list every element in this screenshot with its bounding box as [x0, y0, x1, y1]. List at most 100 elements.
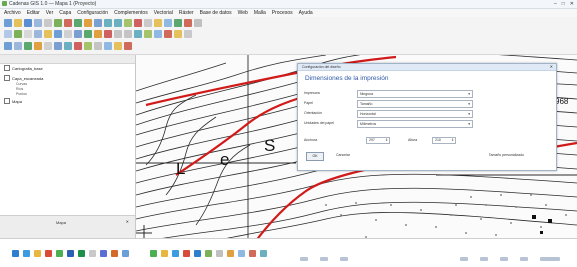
- overview-close-button[interactable]: ✕: [126, 219, 129, 224]
- map-tips-icon[interactable]: [84, 42, 92, 50]
- network-app-icon[interactable]: [238, 250, 245, 257]
- print-icon[interactable]: [44, 19, 52, 27]
- layer-checkbox[interactable]: [4, 65, 10, 71]
- add-feature-icon[interactable]: [84, 30, 92, 38]
- redo-icon[interactable]: [124, 30, 132, 38]
- layer-checkbox[interactable]: [4, 98, 10, 104]
- notes-icon[interactable]: [205, 250, 212, 257]
- custom-size-link[interactable]: Tamaño personalizado: [489, 152, 524, 159]
- menu-item[interactable]: Vectorial: [154, 9, 173, 17]
- text-icon[interactable]: [54, 42, 62, 50]
- crs-icon[interactable]: [104, 42, 112, 50]
- calculator-icon[interactable]: [216, 250, 223, 257]
- edit-icon[interactable]: [84, 19, 92, 27]
- media-icon[interactable]: [45, 250, 52, 257]
- chat-icon[interactable]: [172, 250, 179, 257]
- zoom-out-icon[interactable]: [114, 19, 122, 27]
- tray-item-icon[interactable]: [340, 257, 348, 261]
- menu-item[interactable]: Ver: [46, 9, 54, 17]
- attribute-table-icon[interactable]: [144, 30, 152, 38]
- map-app-icon[interactable]: [150, 250, 157, 257]
- paper-select[interactable]: Tamaño ▾: [357, 100, 473, 108]
- menu-item[interactable]: Ayuda: [299, 9, 313, 17]
- minimize-button[interactable]: –: [554, 1, 557, 7]
- dialog-close-button[interactable]: ✕: [550, 64, 553, 70]
- browser-panel-icon[interactable]: [14, 42, 22, 50]
- delete-feature-icon[interactable]: [104, 30, 112, 38]
- select-icon[interactable]: [154, 19, 162, 27]
- terminal-icon[interactable]: [194, 250, 201, 257]
- menu-item[interactable]: Configuración: [77, 9, 108, 17]
- save-project-icon[interactable]: [24, 19, 32, 27]
- undo-icon[interactable]: [114, 30, 122, 38]
- new-project-icon[interactable]: [4, 19, 12, 27]
- pan-icon[interactable]: [94, 19, 102, 27]
- gis-app-icon[interactable]: [56, 250, 63, 257]
- tray-item-icon[interactable]: [300, 257, 308, 261]
- menu-item[interactable]: Procesos: [272, 9, 293, 17]
- identify-icon[interactable]: [144, 19, 152, 27]
- tips-icon[interactable]: [64, 42, 72, 50]
- zoom-in-icon[interactable]: [104, 19, 112, 27]
- style-icon[interactable]: [64, 19, 72, 27]
- plugin-icon[interactable]: [24, 42, 32, 50]
- remove-layer-icon[interactable]: [184, 19, 192, 27]
- video-icon[interactable]: [260, 250, 267, 257]
- layer-panel-icon[interactable]: [4, 42, 12, 50]
- layer-item[interactable]: Cartografia_base: [4, 65, 43, 71]
- label-icon[interactable]: [134, 30, 142, 38]
- digitize-icon[interactable]: [74, 19, 82, 27]
- python-icon[interactable]: [34, 42, 42, 50]
- alert-icon[interactable]: [74, 42, 82, 50]
- menu-item[interactable]: Base de datos: [200, 9, 232, 17]
- tray-item-icon[interactable]: [500, 257, 508, 261]
- open-project-icon[interactable]: [14, 19, 22, 27]
- paint-icon[interactable]: [249, 250, 256, 257]
- menu-item[interactable]: Archivo: [4, 9, 21, 17]
- excel-icon[interactable]: [78, 250, 85, 257]
- tray-item-icon[interactable]: [320, 257, 328, 261]
- menu-item[interactable]: Complementos: [114, 9, 148, 17]
- units-select[interactable]: Milímetros ▾: [357, 120, 473, 128]
- field-calc-icon[interactable]: [154, 30, 162, 38]
- archive-icon[interactable]: [227, 250, 234, 257]
- pdf-icon[interactable]: [183, 250, 190, 257]
- printer-select[interactable]: Ninguna ▾: [357, 90, 473, 98]
- tray-item-icon[interactable]: [460, 257, 468, 261]
- layer-item[interactable]: Capa_escaneada: [4, 75, 43, 81]
- annotation-icon[interactable]: [44, 42, 52, 50]
- menu-item[interactable]: Capa: [59, 9, 71, 17]
- browser-icon[interactable]: [23, 250, 30, 257]
- layer-item[interactable]: Mapa: [4, 98, 22, 104]
- folder-icon[interactable]: [34, 250, 41, 257]
- height-spinbox[interactable]: 210 ⇕: [432, 137, 456, 144]
- menu-item[interactable]: Malla: [254, 9, 266, 17]
- node-icon[interactable]: [74, 30, 82, 38]
- settings-icon[interactable]: [89, 250, 96, 257]
- bookmark-icon[interactable]: [174, 30, 182, 38]
- cancel-button[interactable]: Cancelar: [336, 152, 350, 159]
- word-icon[interactable]: [67, 250, 74, 257]
- snap-icon[interactable]: [64, 30, 72, 38]
- vector-add-icon[interactable]: [4, 30, 12, 38]
- start-icon[interactable]: [12, 250, 19, 257]
- menu-item[interactable]: Web: [238, 9, 248, 17]
- zoom-full-icon[interactable]: [124, 19, 132, 27]
- refresh-icon[interactable]: [134, 19, 142, 27]
- help-icon[interactable]: [184, 30, 192, 38]
- wfs-add-icon[interactable]: [54, 30, 62, 38]
- georef-icon[interactable]: [164, 30, 172, 38]
- layout-icon[interactable]: [54, 19, 62, 27]
- settings-icon[interactable]: [194, 19, 202, 27]
- photos-icon[interactable]: [161, 250, 168, 257]
- orientation-select[interactable]: Horizontal ▾: [357, 110, 473, 118]
- scale-icon[interactable]: [114, 42, 122, 50]
- tray-item-icon[interactable]: [520, 257, 528, 261]
- menu-item[interactable]: Ráster: [179, 9, 194, 17]
- measure-icon[interactable]: [164, 19, 172, 27]
- width-spinbox[interactable]: 297 ⇕: [366, 137, 390, 144]
- csv-add-icon[interactable]: [24, 30, 32, 38]
- menu-item[interactable]: Editar: [27, 9, 40, 17]
- raster-add-icon[interactable]: [14, 30, 22, 38]
- store-icon[interactable]: [122, 250, 129, 257]
